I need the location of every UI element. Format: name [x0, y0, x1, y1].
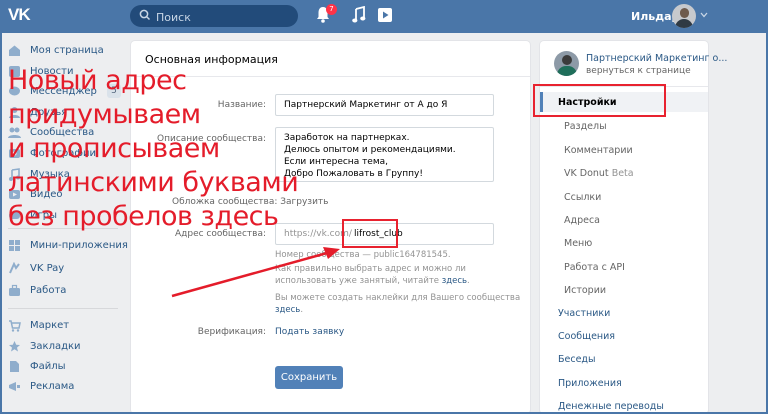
window-frame	[0, 0, 768, 414]
